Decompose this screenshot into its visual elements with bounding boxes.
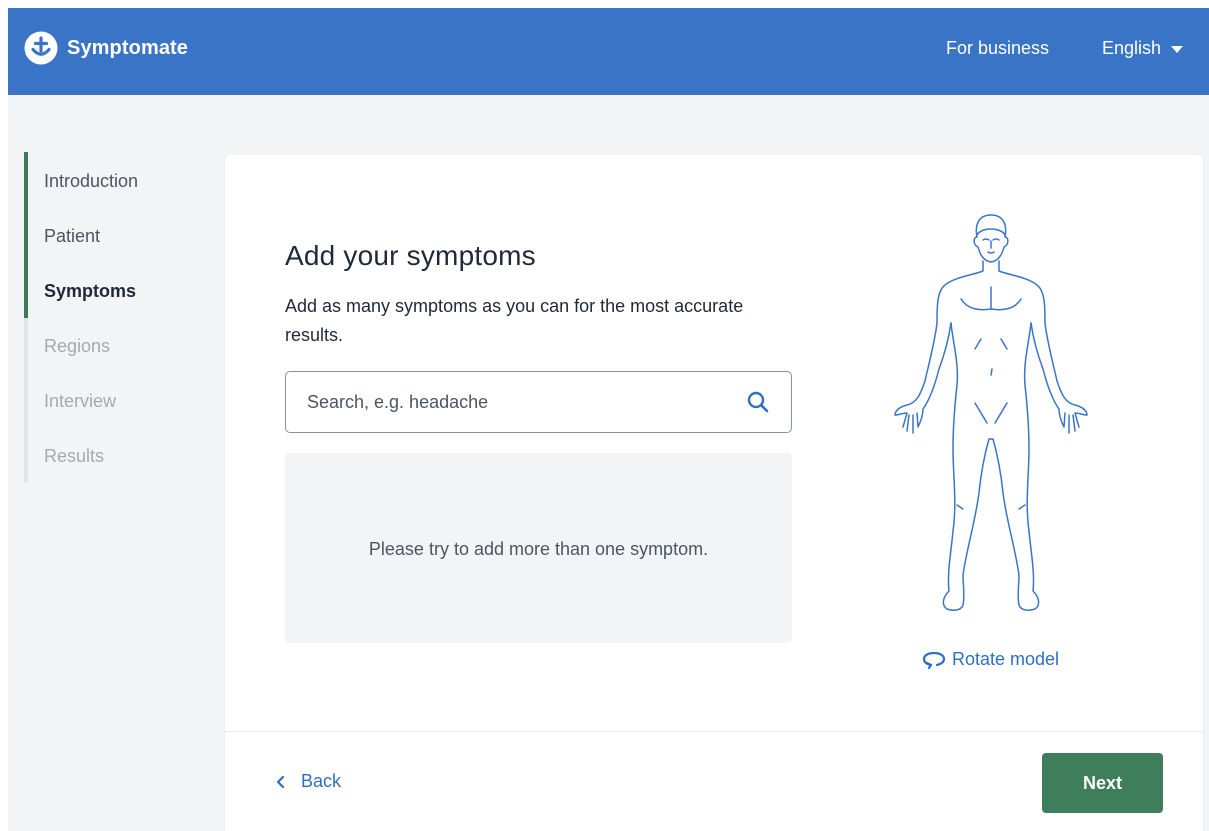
symptom-search — [285, 371, 792, 433]
selected-symptoms-area: Please try to add more than one symptom. — [285, 453, 792, 643]
symptoms-card: Add your symptoms Add as many symptoms a… — [225, 155, 1203, 831]
language-selector[interactable]: English — [1102, 38, 1184, 59]
language-label: English — [1102, 38, 1162, 58]
rotate-model-label: Rotate model — [952, 649, 1060, 669]
symptomate-logo-icon — [24, 31, 58, 65]
empty-symptoms-message: Please try to add more than one symptom. — [368, 539, 709, 559]
footer-divider — [225, 731, 1203, 732]
page-description: Add as many symptoms as you can for the … — [285, 296, 744, 345]
back-button[interactable]: Back — [275, 771, 341, 792]
progress-indicator — [24, 152, 28, 318]
nav-item-results: Results — [44, 446, 105, 466]
rotate-model-button[interactable]: Rotate model — [922, 649, 1059, 670]
human-body-model[interactable] — [887, 213, 1101, 618]
brand-name: Symptomate — [67, 36, 189, 59]
page-title: Add your symptoms — [285, 240, 536, 271]
rotate-icon — [922, 651, 946, 669]
nav-item-introduction[interactable]: Introduction — [44, 171, 138, 192]
caret-down-icon — [1171, 46, 1184, 53]
brand-logo-link[interactable]: Symptomate — [24, 31, 188, 65]
nav-item-interview: Interview — [44, 391, 117, 411]
symptom-search-input[interactable] — [287, 373, 727, 431]
back-label: Back — [301, 771, 342, 791]
top-bar: Symptomate For business English — [8, 8, 1209, 95]
search-icon[interactable] — [747, 391, 769, 413]
next-button[interactable]: Next — [1042, 753, 1163, 813]
for-business-link[interactable]: For business — [946, 38, 1049, 59]
nav-item-regions: Regions — [44, 336, 111, 356]
chevron-left-icon — [276, 775, 285, 788]
nav-item-symptoms: Symptoms — [44, 281, 137, 301]
nav-item-patient[interactable]: Patient — [44, 226, 100, 247]
